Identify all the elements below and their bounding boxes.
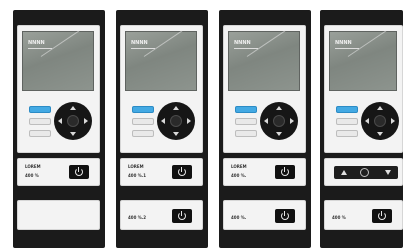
screen-bar	[335, 48, 359, 49]
display-screen: NNNN	[125, 30, 197, 91]
unit-label: LOREM	[231, 164, 247, 169]
arrow-card	[324, 158, 403, 186]
screen-bar	[28, 48, 52, 49]
remote-panel-2: NNNN LOREM 400 %.1 400 %.2	[116, 10, 208, 248]
remote-panel-4: NNNN 400 %	[320, 10, 403, 248]
display-screen: NNNN	[329, 30, 397, 91]
power-card-2: 400 %.2	[120, 200, 203, 230]
mode-button-3[interactable]	[235, 130, 257, 137]
power-card: 400 %	[324, 200, 403, 230]
display-screen: NNNN	[22, 30, 94, 91]
mode-button-2[interactable]	[29, 118, 51, 125]
unit-value: 400 %.2	[128, 215, 147, 220]
arrow-down-icon[interactable]	[377, 132, 383, 136]
mode-button-3[interactable]	[336, 130, 358, 137]
dpad-center-button[interactable]	[67, 115, 79, 127]
arrow-left-icon[interactable]	[264, 118, 268, 124]
arrow-right-icon[interactable]	[290, 118, 294, 124]
arrow-up-icon[interactable]	[341, 170, 347, 175]
display-card: NNNN	[120, 25, 203, 153]
power-icon[interactable]	[172, 209, 192, 223]
screen-text: NNNN	[335, 40, 352, 46]
unit-value: 400 %.	[231, 173, 247, 178]
mode-button-2[interactable]	[132, 118, 154, 125]
power-card: LOREM 400 %	[17, 158, 100, 186]
arrow-left-icon[interactable]	[365, 118, 369, 124]
arrow-left-icon[interactable]	[161, 118, 165, 124]
dpad-center-button[interactable]	[273, 115, 285, 127]
dpad-icon[interactable]	[361, 102, 399, 140]
arrow-up-icon[interactable]	[377, 106, 383, 110]
arrow-down-icon[interactable]	[173, 132, 179, 136]
arrow-right-icon[interactable]	[84, 118, 88, 124]
unit-value: 400 %.1	[128, 173, 147, 178]
arrow-up-icon[interactable]	[70, 106, 76, 110]
mode-button-1[interactable]	[29, 106, 51, 113]
unit-value: 400 %.	[231, 215, 247, 220]
remote-panel-3: NNNN LOREM 400 %. 400 %.	[219, 10, 311, 248]
display-card: NNNN	[17, 25, 100, 153]
unit-value: 400 %	[25, 173, 39, 178]
mode-button-3[interactable]	[132, 130, 154, 137]
display-card: NNNN	[223, 25, 306, 153]
screen-line	[347, 30, 387, 57]
dpad-icon[interactable]	[54, 102, 92, 140]
power-icon[interactable]	[372, 209, 392, 223]
power-icon[interactable]	[275, 165, 295, 179]
screen-line	[246, 30, 286, 57]
display-screen: NNNN	[228, 30, 300, 91]
power-card-1: LOREM 400 %.	[223, 158, 306, 186]
screen-text: NNNN	[234, 40, 251, 46]
power-card-1: LOREM 400 %.1	[120, 158, 203, 186]
screen-line	[40, 30, 80, 57]
mode-button-1[interactable]	[235, 106, 257, 113]
unit-label: LOREM	[25, 164, 41, 169]
mode-button-2[interactable]	[336, 118, 358, 125]
power-icon[interactable]	[69, 165, 89, 179]
mode-button-2[interactable]	[235, 118, 257, 125]
arrow-up-icon[interactable]	[276, 106, 282, 110]
arrow-left-icon[interactable]	[58, 118, 62, 124]
power-icon[interactable]	[275, 209, 295, 223]
remote-panel-1: NNNN LOREM 400 %	[13, 10, 105, 248]
center-ring-icon[interactable]	[360, 168, 369, 177]
display-card: NNNN	[324, 25, 403, 153]
screen-bar	[131, 48, 155, 49]
screen-text: NNNN	[28, 40, 45, 46]
mode-button-1[interactable]	[336, 106, 358, 113]
empty-card	[17, 200, 100, 230]
arrow-right-icon[interactable]	[391, 118, 395, 124]
mode-button-3[interactable]	[29, 130, 51, 137]
screen-line	[143, 30, 183, 57]
dpad-center-button[interactable]	[374, 115, 386, 127]
arrow-up-icon[interactable]	[173, 106, 179, 110]
dpad-center-button[interactable]	[170, 115, 182, 127]
dpad-icon[interactable]	[260, 102, 298, 140]
mode-button-1[interactable]	[132, 106, 154, 113]
power-icon[interactable]	[172, 165, 192, 179]
up-down-control[interactable]	[334, 166, 398, 179]
unit-label: LOREM	[128, 164, 144, 169]
arrow-down-icon[interactable]	[70, 132, 76, 136]
arrow-down-icon[interactable]	[385, 170, 391, 175]
arrow-down-icon[interactable]	[276, 132, 282, 136]
arrow-right-icon[interactable]	[187, 118, 191, 124]
power-card-2: 400 %.	[223, 200, 306, 230]
unit-value: 400 %	[332, 215, 346, 220]
screen-text: NNNN	[131, 40, 148, 46]
screen-bar	[234, 48, 258, 49]
dpad-icon[interactable]	[157, 102, 195, 140]
